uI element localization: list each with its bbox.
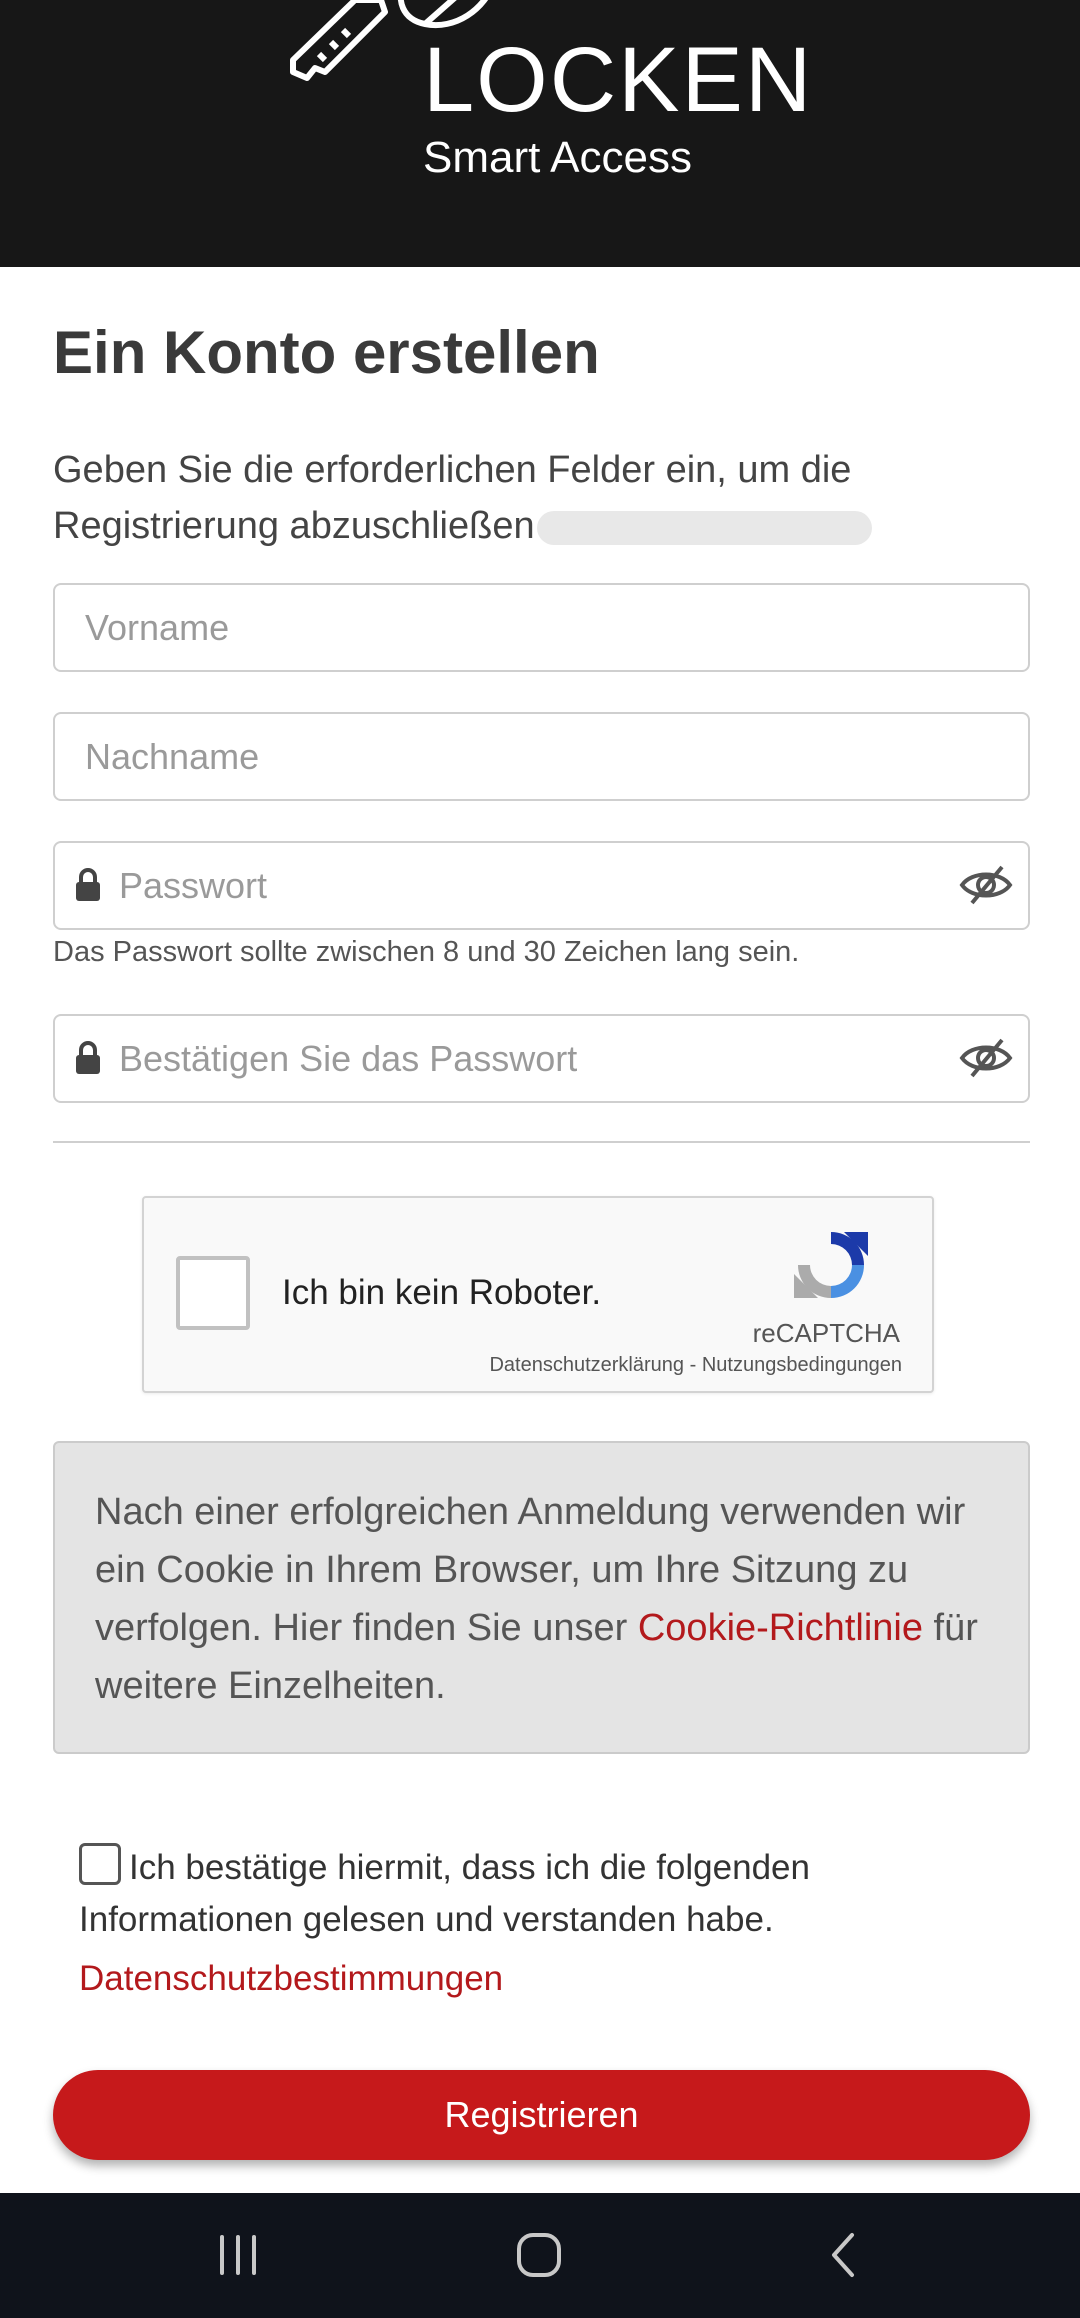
brand-name: LOCKEN — [423, 29, 814, 131]
eye-off-icon[interactable] — [958, 863, 1014, 907]
back-icon[interactable] — [808, 2223, 878, 2287]
app-header: LOCKEN Smart Access — [0, 0, 1080, 267]
recaptcha-logo-icon — [794, 1232, 868, 1298]
last-name-field[interactable] — [53, 712, 1030, 801]
brand-subtitle: Smart Access — [423, 133, 692, 182]
recaptcha-separator: - — [689, 1354, 697, 1376]
consent-row: Ich bestätige hiermit, dass ich die folg… — [79, 1842, 979, 1946]
consent-text: Ich bestätige hiermit, dass ich die folg… — [79, 1848, 810, 1939]
first-name-input[interactable] — [85, 585, 945, 670]
recent-apps-icon[interactable] — [203, 2223, 273, 2287]
recaptcha-checkbox[interactable] — [176, 1256, 250, 1330]
cookie-policy-link[interactable]: Cookie-Richtlinie — [638, 1607, 923, 1649]
confirm-password-input[interactable] — [119, 1016, 919, 1101]
password-input[interactable] — [119, 843, 919, 928]
page-title: Ein Konto erstellen — [53, 319, 600, 386]
privacy-policy-link[interactable]: Datenschutzbestimmungen — [79, 1954, 503, 2004]
recaptcha-brand: reCAPTCHA — [752, 1318, 900, 1348]
divider — [53, 1141, 1030, 1143]
lock-icon — [76, 1041, 100, 1074]
cookie-notice-text: Nach einer erfolgreichen Anmeldung verwe… — [95, 1483, 995, 1715]
redacted-text — [536, 510, 872, 545]
cookie-notice: Nach einer erfolgreichen Anmeldung verwe… — [53, 1441, 1030, 1754]
recaptcha-label: Ich bin kein Roboter. — [282, 1273, 602, 1312]
recaptcha-privacy-link[interactable]: Datenschutzerklärung — [489, 1354, 684, 1376]
recaptcha-terms-link[interactable]: Nutzungsbedingungen — [702, 1354, 902, 1376]
register-button[interactable]: Registrieren — [53, 2070, 1030, 2160]
last-name-input[interactable] — [85, 714, 945, 799]
home-icon[interactable] — [504, 2223, 574, 2287]
consent-checkbox[interactable] — [79, 1843, 121, 1885]
lock-icon — [76, 868, 100, 901]
recaptcha-links: Datenschutzerklärung - Nutzungsbedingung… — [489, 1352, 902, 1378]
recaptcha-widget: Ich bin kein Roboter. reCAPTCHA Datensch… — [142, 1196, 934, 1393]
password-field[interactable] — [53, 841, 1030, 930]
eye-off-icon[interactable] — [958, 1036, 1014, 1080]
intro-text: Geben Sie die erforderlichen Felder ein,… — [53, 442, 1033, 554]
first-name-field[interactable] — [53, 583, 1030, 672]
confirm-password-field[interactable] — [53, 1014, 1030, 1103]
system-navigation-bar — [0, 2193, 1080, 2318]
password-hint: Das Passwort sollte zwischen 8 und 30 Ze… — [53, 936, 800, 968]
